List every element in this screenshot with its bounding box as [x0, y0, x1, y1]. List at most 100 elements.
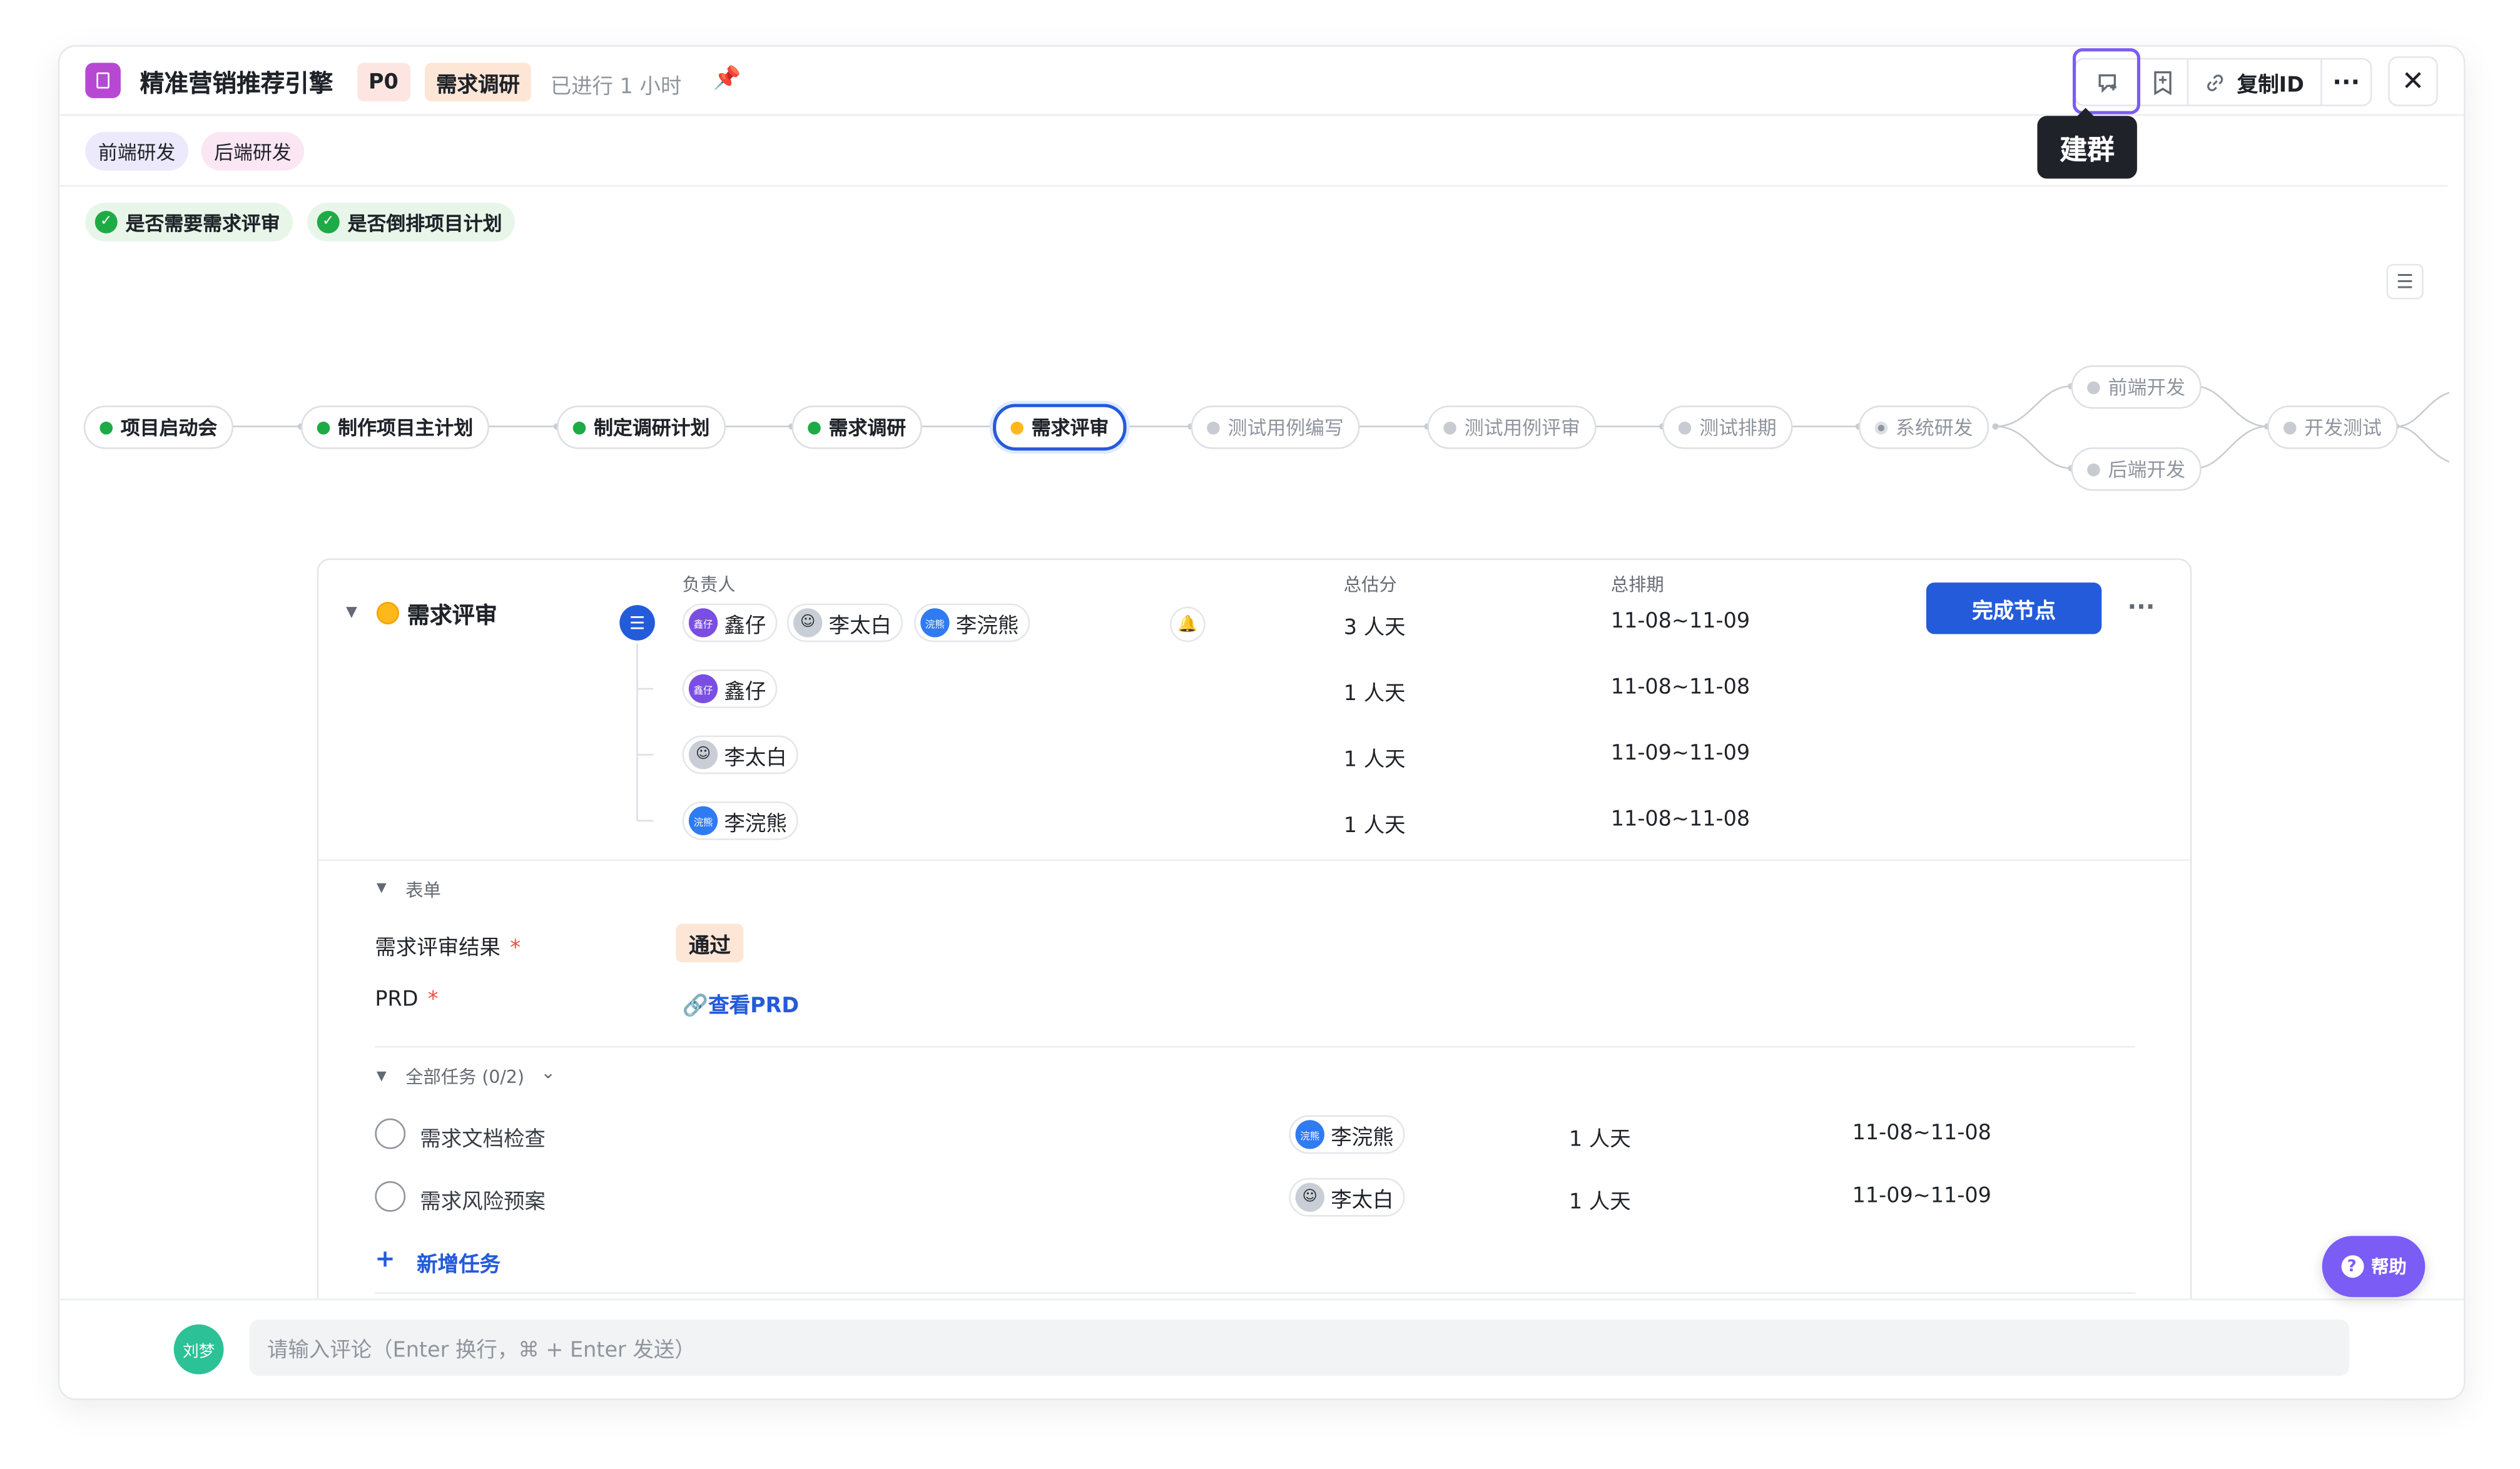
flow-node-dev-test[interactable]: 开发测试: [2267, 405, 2398, 449]
assignee-chip[interactable]: 鑫仔 鑫仔: [682, 669, 778, 708]
flow-node-label: 测试排期: [1699, 417, 1777, 440]
owner-chip-litaibai[interactable]: ☺ 李太白: [786, 603, 903, 643]
flow-node-label: 项目启动会: [120, 417, 218, 440]
row-schedule: 11-09~11-09: [1610, 741, 1750, 766]
bell-icon[interactable]: 🔔: [1169, 606, 1206, 643]
flow-node-research[interactable]: 需求调研: [791, 405, 922, 449]
check-label: 是否倒排项目计划: [347, 211, 502, 235]
flow-node-label: 测试用例编写: [1227, 417, 1344, 440]
estimate-column-label: 总估分: [1343, 574, 1397, 596]
help-button[interactable]: ? 帮助: [2322, 1236, 2426, 1298]
stage-tag[interactable]: 需求调研: [425, 63, 531, 102]
flow-node-testcase-review[interactable]: 测试用例评审: [1427, 405, 1597, 449]
task-estimate: 1 人天: [1568, 1191, 1631, 1216]
owner-chip-xinzai[interactable]: 鑫仔 鑫仔: [682, 603, 778, 643]
status-dot: [99, 420, 113, 434]
task-assignee-chip[interactable]: ☺ 李太白: [1289, 1177, 1405, 1217]
assignee-name: 李太白: [724, 746, 787, 770]
form-label-review-result: 需求评审结果 *: [375, 937, 521, 961]
assignee-chip[interactable]: ☺ 李太白: [682, 735, 798, 775]
row-estimate: 1 人天: [1343, 814, 1406, 839]
team-tag-backend[interactable]: 后端研发: [201, 131, 305, 171]
divider: [318, 859, 2190, 862]
owner-name: 李太白: [828, 614, 892, 638]
total-schedule: 11-08~11-09: [1610, 609, 1750, 634]
workflow-diagram: 项目启动会 制作项目主计划 制定调研计划 需求调研 需求评审 测试用例编写 测试…: [59, 352, 2464, 513]
flow-node-testcase-write[interactable]: 测试用例编写: [1191, 405, 1360, 449]
add-task-button[interactable]: 新增任务: [417, 1247, 500, 1278]
status-dot: [317, 420, 330, 434]
assignee-name: 鑫仔: [724, 679, 766, 704]
task-checkbox[interactable]: [375, 1118, 406, 1149]
flow-node-research-plan[interactable]: 制定调研计划: [556, 405, 726, 449]
task-checkbox[interactable]: [375, 1181, 406, 1212]
task-detail-modal: 精准营销推荐引擎 P0 需求调研 已进行 1 小时 📌 复制ID ··· ✕ 建…: [59, 46, 2464, 1399]
elapsed-time: 已进行 1 小时: [550, 75, 682, 100]
check-need-review[interactable]: ✓ 是否需要需求评审: [85, 203, 293, 241]
row-schedule: 11-08~11-08: [1610, 808, 1750, 832]
view-prd-link[interactable]: 🔗查看PRD: [683, 988, 800, 1019]
schedule-column-label: 总排期: [1610, 574, 1664, 596]
complete-node-button[interactable]: 完成节点: [1926, 582, 2102, 634]
team-tag-frontend[interactable]: 前端研发: [85, 131, 188, 171]
comment-input[interactable]: 请输入评论（Enter 换行，⌘ + Enter 发送）: [249, 1319, 2350, 1376]
task-name[interactable]: 需求风险预案: [420, 1184, 546, 1215]
chevron-down-icon[interactable]: ⌄: [541, 1062, 556, 1083]
assignee-name: 李浣熊: [724, 811, 787, 836]
owner-name: 鑫仔: [724, 614, 766, 638]
settings-filter-icon[interactable]: ☰: [2386, 263, 2424, 300]
flow-node-backend-dev[interactable]: 后端开发: [2071, 447, 2202, 491]
more-icon[interactable]: ···: [2322, 59, 2370, 104]
avatar: 浣熊: [920, 608, 950, 638]
question-icon: ?: [2340, 1255, 2364, 1278]
status-dot: [1678, 420, 1692, 434]
flow-node-system-dev[interactable]: 系统研发: [1858, 405, 1989, 449]
divider: [375, 1292, 2136, 1294]
copy-id-label: 复制ID: [2237, 73, 2304, 98]
check-circle-icon: ✓: [94, 210, 118, 233]
status-dot: [572, 420, 586, 434]
task-assignee-chip[interactable]: 浣熊 李浣熊: [1289, 1115, 1405, 1154]
task-schedule: 11-08~11-08: [1852, 1121, 1991, 1146]
review-result-value[interactable]: 通过: [676, 923, 744, 963]
collapse-caret-icon[interactable]: ▼: [377, 880, 387, 895]
task-name[interactable]: 需求文档检查: [420, 1122, 546, 1152]
node-title: 需求评审: [407, 603, 497, 629]
more-icon[interactable]: ···: [2127, 592, 2155, 621]
tree-connector: [636, 643, 654, 822]
flow-node-frontend-dev[interactable]: 前端开发: [2071, 365, 2202, 409]
priority-tag[interactable]: P0: [357, 63, 410, 102]
view-prd-label: 查看PRD: [708, 994, 800, 1019]
flow-node-review[interactable]: 需求评审: [993, 404, 1127, 451]
divider: [59, 185, 2448, 187]
owner-name: 李浣熊: [955, 614, 1019, 638]
collapse-caret-icon[interactable]: ▼: [377, 1069, 387, 1083]
pin-icon[interactable]: 📌: [713, 66, 741, 91]
flow-node-test-schedule[interactable]: 测试排期: [1662, 405, 1793, 449]
node-detail-card: ▼ 需求评审 ☰ 负责人 总估分 总排期 鑫仔 鑫仔 ☺ 李太白 浣熊 李浣熊 🔔 3…: [317, 558, 2192, 1396]
owner-chip-lihuanxiong[interactable]: 浣熊 李浣熊: [914, 603, 1030, 643]
divider: [375, 1045, 2136, 1048]
check-reverse-plan[interactable]: ✓ 是否倒排项目计划: [307, 203, 516, 241]
subscribe-button[interactable]: [2138, 59, 2189, 105]
check-circle-icon: ✓: [317, 210, 340, 233]
flow-node-kickoff[interactable]: 项目启动会: [83, 405, 234, 449]
list-icon[interactable]: ☰: [619, 605, 655, 641]
task-schedule: 11-09~11-09: [1852, 1184, 1991, 1209]
avatar: 刘梦: [173, 1324, 224, 1375]
status-dot: [1443, 420, 1456, 434]
form-section-label: 表单: [405, 880, 441, 902]
close-icon[interactable]: ✕: [2388, 56, 2438, 106]
link-icon: 🔗: [682, 994, 709, 1019]
copy-id-button[interactable]: 复制ID: [2188, 59, 2322, 105]
flow-node-master-plan[interactable]: 制作项目主计划: [301, 405, 489, 449]
plus-icon[interactable]: +: [375, 1244, 395, 1273]
assignee-chip[interactable]: 浣熊 李浣熊: [682, 801, 798, 840]
collapse-caret-icon[interactable]: ▼: [346, 605, 357, 621]
assignee-name: 李太白: [1331, 1188, 1394, 1213]
status-dot: [2087, 380, 2100, 394]
assignee-name: 李浣熊: [1331, 1126, 1394, 1150]
row-estimate: 1 人天: [1343, 748, 1406, 773]
link-icon: [2207, 73, 2223, 91]
bookmark-app-icon: [85, 63, 121, 98]
